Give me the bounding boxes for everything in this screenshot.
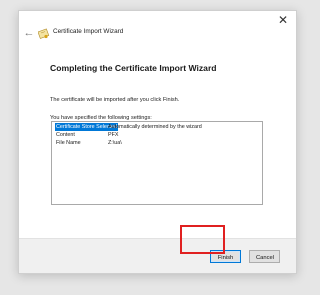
wizard-title-bar: ← Certificate Import Wizard <box>19 25 296 43</box>
back-arrow-icon[interactable]: ← <box>23 26 35 40</box>
certificate-import-wizard-window: ✕ ← Certificate Import Wizard Completing… <box>18 10 297 274</box>
setting-value: Automatically determined by the wizard <box>108 124 202 130</box>
window-title: Certificate Import Wizard <box>53 28 124 35</box>
settings-row-file-name[interactable]: File Name Z:\ua\ <box>53 139 261 147</box>
page-heading: Completing the Certificate Import Wizard <box>50 63 217 73</box>
certificate-icon <box>37 27 50 39</box>
settings-row-certificate-store[interactable]: Certificate Store Selected Automatically… <box>53 123 261 131</box>
settings-row-content[interactable]: Content PFX <box>53 131 261 139</box>
setting-value: Z:\ua\ <box>108 140 122 146</box>
setting-value: PFX <box>108 132 119 138</box>
wizard-footer: Finish Cancel <box>19 238 296 273</box>
setting-key: Content <box>56 132 75 138</box>
finish-button[interactable]: Finish <box>210 250 241 263</box>
cancel-button[interactable]: Cancel <box>249 250 280 263</box>
settings-list[interactable]: Certificate Store Selected Automatically… <box>51 121 263 205</box>
setting-key: File Name <box>56 140 81 146</box>
description-text: The certificate will be imported after y… <box>50 97 180 103</box>
